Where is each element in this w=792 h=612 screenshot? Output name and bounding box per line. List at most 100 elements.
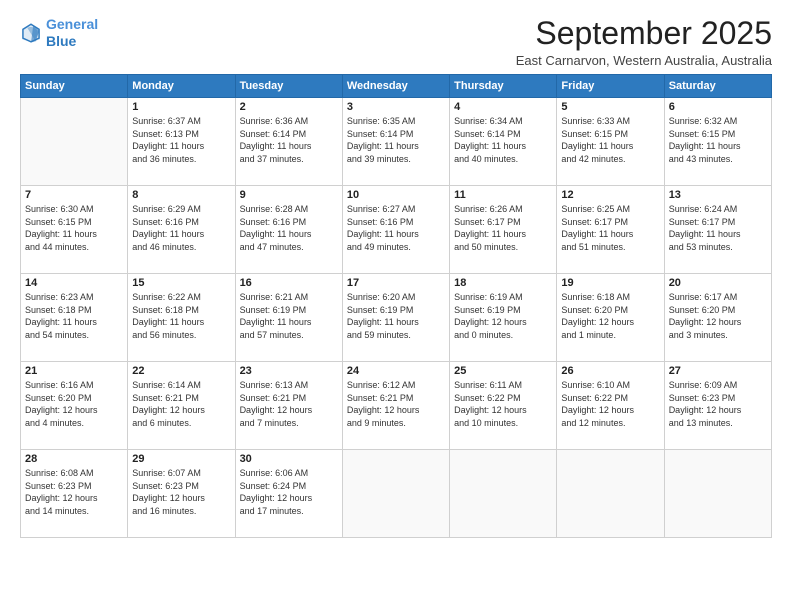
cell-content: Sunrise: 6:10 AMSunset: 6:22 PMDaylight:… bbox=[561, 379, 659, 429]
logo-line1: General bbox=[46, 16, 98, 32]
calendar-week-2: 14 Sunrise: 6:23 AMSunset: 6:18 PMDayligh… bbox=[21, 274, 772, 362]
calendar-cell: 20 Sunrise: 6:17 AMSunset: 6:20 PMDayligh… bbox=[664, 274, 771, 362]
cell-content: Sunrise: 6:30 AMSunset: 6:15 PMDaylight:… bbox=[25, 203, 123, 253]
calendar-cell: 29 Sunrise: 6:07 AMSunset: 6:23 PMDayligh… bbox=[128, 450, 235, 538]
month-title: September 2025 bbox=[516, 16, 772, 51]
day-number: 10 bbox=[347, 189, 445, 201]
title-area: September 2025 East Carnarvon, Western A… bbox=[516, 16, 772, 68]
day-header-tuesday: Tuesday bbox=[235, 75, 342, 98]
cell-content: Sunrise: 6:16 AMSunset: 6:20 PMDaylight:… bbox=[25, 379, 123, 429]
cell-content: Sunrise: 6:34 AMSunset: 6:14 PMDaylight:… bbox=[454, 115, 552, 165]
day-number: 11 bbox=[454, 189, 552, 201]
cell-content: Sunrise: 6:29 AMSunset: 6:16 PMDaylight:… bbox=[132, 203, 230, 253]
cell-content: Sunrise: 6:18 AMSunset: 6:20 PMDaylight:… bbox=[561, 291, 659, 341]
calendar-cell: 19 Sunrise: 6:18 AMSunset: 6:20 PMDayligh… bbox=[557, 274, 664, 362]
calendar-cell: 28Sunrise: 6:08 AMSunset: 6:23 PMDayligh… bbox=[21, 450, 128, 538]
cell-content: Sunrise: 6:33 AMSunset: 6:15 PMDaylight:… bbox=[561, 115, 659, 165]
calendar-cell bbox=[450, 450, 557, 538]
day-header-monday: Monday bbox=[128, 75, 235, 98]
calendar-cell: 22 Sunrise: 6:14 AMSunset: 6:21 PMDayligh… bbox=[128, 362, 235, 450]
calendar-cell: 2Sunrise: 6:36 AMSunset: 6:14 PMDaylight… bbox=[235, 98, 342, 186]
calendar-cell: 27 Sunrise: 6:09 AMSunset: 6:23 PMDayligh… bbox=[664, 362, 771, 450]
calendar-header-row: SundayMondayTuesdayWednesdayThursdayFrid… bbox=[21, 75, 772, 98]
day-number: 12 bbox=[561, 189, 659, 201]
calendar: SundayMondayTuesdayWednesdayThursdayFrid… bbox=[20, 74, 772, 538]
cell-content: Sunrise: 6:07 AMSunset: 6:23 PMDaylight:… bbox=[132, 467, 230, 517]
calendar-cell bbox=[342, 450, 449, 538]
calendar-cell: 8 Sunrise: 6:29 AMSunset: 6:16 PMDaylight… bbox=[128, 186, 235, 274]
calendar-cell bbox=[557, 450, 664, 538]
subtitle: East Carnarvon, Western Australia, Austr… bbox=[516, 53, 772, 68]
calendar-cell: 21 Sunrise: 6:16 AMSunset: 6:20 PMDayligh… bbox=[21, 362, 128, 450]
day-number: 15 bbox=[132, 277, 230, 289]
calendar-cell: 14 Sunrise: 6:23 AMSunset: 6:18 PMDayligh… bbox=[21, 274, 128, 362]
day-number: 7 bbox=[25, 189, 123, 201]
day-number: 5 bbox=[561, 101, 659, 113]
day-header-saturday: Saturday bbox=[664, 75, 771, 98]
day-number: 22 bbox=[132, 365, 230, 377]
calendar-cell: 12 Sunrise: 6:25 AMSunset: 6:17 PMDayligh… bbox=[557, 186, 664, 274]
header: General Blue September 2025 East Carnarv… bbox=[20, 16, 772, 68]
cell-content: Sunrise: 6:32 AMSunset: 6:15 PMDaylight:… bbox=[669, 115, 767, 165]
calendar-week-1: 7 Sunrise: 6:30 AMSunset: 6:15 PMDaylight… bbox=[21, 186, 772, 274]
day-number: 8 bbox=[132, 189, 230, 201]
day-number: 29 bbox=[132, 453, 230, 465]
cell-content: Sunrise: 6:28 AMSunset: 6:16 PMDaylight:… bbox=[240, 203, 338, 253]
day-number: 17 bbox=[347, 277, 445, 289]
calendar-cell: 7 Sunrise: 6:30 AMSunset: 6:15 PMDaylight… bbox=[21, 186, 128, 274]
day-number: 19 bbox=[561, 277, 659, 289]
day-number: 27 bbox=[669, 365, 767, 377]
page: General Blue September 2025 East Carnarv… bbox=[0, 0, 792, 612]
day-number: 26 bbox=[561, 365, 659, 377]
calendar-cell: 30 Sunrise: 6:06 AMSunset: 6:24 PMDayligh… bbox=[235, 450, 342, 538]
calendar-cell: 24Sunrise: 6:12 AMSunset: 6:21 PMDayligh… bbox=[342, 362, 449, 450]
logo: General Blue bbox=[20, 16, 98, 50]
day-number: 13 bbox=[669, 189, 767, 201]
cell-content: Sunrise: 6:09 AMSunset: 6:23 PMDaylight:… bbox=[669, 379, 767, 429]
cell-content: Sunrise: 6:35 AMSunset: 6:14 PMDaylight:… bbox=[347, 115, 445, 165]
cell-content: Sunrise: 6:17 AMSunset: 6:20 PMDaylight:… bbox=[669, 291, 767, 341]
calendar-cell: 11 Sunrise: 6:26 AMSunset: 6:17 PMDayligh… bbox=[450, 186, 557, 274]
day-header-sunday: Sunday bbox=[21, 75, 128, 98]
calendar-cell: 10 Sunrise: 6:27 AMSunset: 6:16 PMDayligh… bbox=[342, 186, 449, 274]
calendar-week-3: 21 Sunrise: 6:16 AMSunset: 6:20 PMDayligh… bbox=[21, 362, 772, 450]
calendar-cell: 4 Sunrise: 6:34 AMSunset: 6:14 PMDaylight… bbox=[450, 98, 557, 186]
calendar-cell: 9 Sunrise: 6:28 AMSunset: 6:16 PMDaylight… bbox=[235, 186, 342, 274]
day-number: 6 bbox=[669, 101, 767, 113]
cell-content: Sunrise: 6:22 AMSunset: 6:18 PMDaylight:… bbox=[132, 291, 230, 341]
calendar-week-0: 1Sunrise: 6:37 AMSunset: 6:13 PMDaylight… bbox=[21, 98, 772, 186]
calendar-cell: 25 Sunrise: 6:11 AMSunset: 6:22 PMDayligh… bbox=[450, 362, 557, 450]
calendar-cell: 16Sunrise: 6:21 AMSunset: 6:19 PMDayligh… bbox=[235, 274, 342, 362]
cell-content: Sunrise: 6:11 AMSunset: 6:22 PMDaylight:… bbox=[454, 379, 552, 429]
cell-content: Sunrise: 6:37 AMSunset: 6:13 PMDaylight:… bbox=[132, 115, 230, 165]
day-number: 9 bbox=[240, 189, 338, 201]
cell-content: Sunrise: 6:14 AMSunset: 6:21 PMDaylight:… bbox=[132, 379, 230, 429]
cell-content: Sunrise: 6:23 AMSunset: 6:18 PMDaylight:… bbox=[25, 291, 123, 341]
day-number: 23 bbox=[240, 365, 338, 377]
day-number: 4 bbox=[454, 101, 552, 113]
cell-content: Sunrise: 6:19 AMSunset: 6:19 PMDaylight:… bbox=[454, 291, 552, 341]
day-number: 2 bbox=[240, 101, 338, 113]
day-number: 20 bbox=[669, 277, 767, 289]
calendar-cell bbox=[664, 450, 771, 538]
logo-text: General Blue bbox=[46, 16, 98, 50]
calendar-cell: 17Sunrise: 6:20 AMSunset: 6:19 PMDayligh… bbox=[342, 274, 449, 362]
day-header-friday: Friday bbox=[557, 75, 664, 98]
day-number: 18 bbox=[454, 277, 552, 289]
day-number: 3 bbox=[347, 101, 445, 113]
cell-content: Sunrise: 6:25 AMSunset: 6:17 PMDaylight:… bbox=[561, 203, 659, 253]
cell-content: Sunrise: 6:26 AMSunset: 6:17 PMDaylight:… bbox=[454, 203, 552, 253]
logo-icon bbox=[20, 22, 42, 44]
calendar-cell: 3 Sunrise: 6:35 AMSunset: 6:14 PMDaylight… bbox=[342, 98, 449, 186]
cell-content: Sunrise: 6:27 AMSunset: 6:16 PMDaylight:… bbox=[347, 203, 445, 253]
cell-content: Sunrise: 6:06 AMSunset: 6:24 PMDaylight:… bbox=[240, 467, 338, 517]
day-number: 14 bbox=[25, 277, 123, 289]
cell-content: Sunrise: 6:24 AMSunset: 6:17 PMDaylight:… bbox=[669, 203, 767, 253]
day-number: 25 bbox=[454, 365, 552, 377]
cell-content: Sunrise: 6:13 AMSunset: 6:21 PMDaylight:… bbox=[240, 379, 338, 429]
calendar-cell: 18 Sunrise: 6:19 AMSunset: 6:19 PMDayligh… bbox=[450, 274, 557, 362]
day-number: 24 bbox=[347, 365, 445, 377]
day-number: 21 bbox=[25, 365, 123, 377]
day-number: 30 bbox=[240, 453, 338, 465]
calendar-cell bbox=[21, 98, 128, 186]
